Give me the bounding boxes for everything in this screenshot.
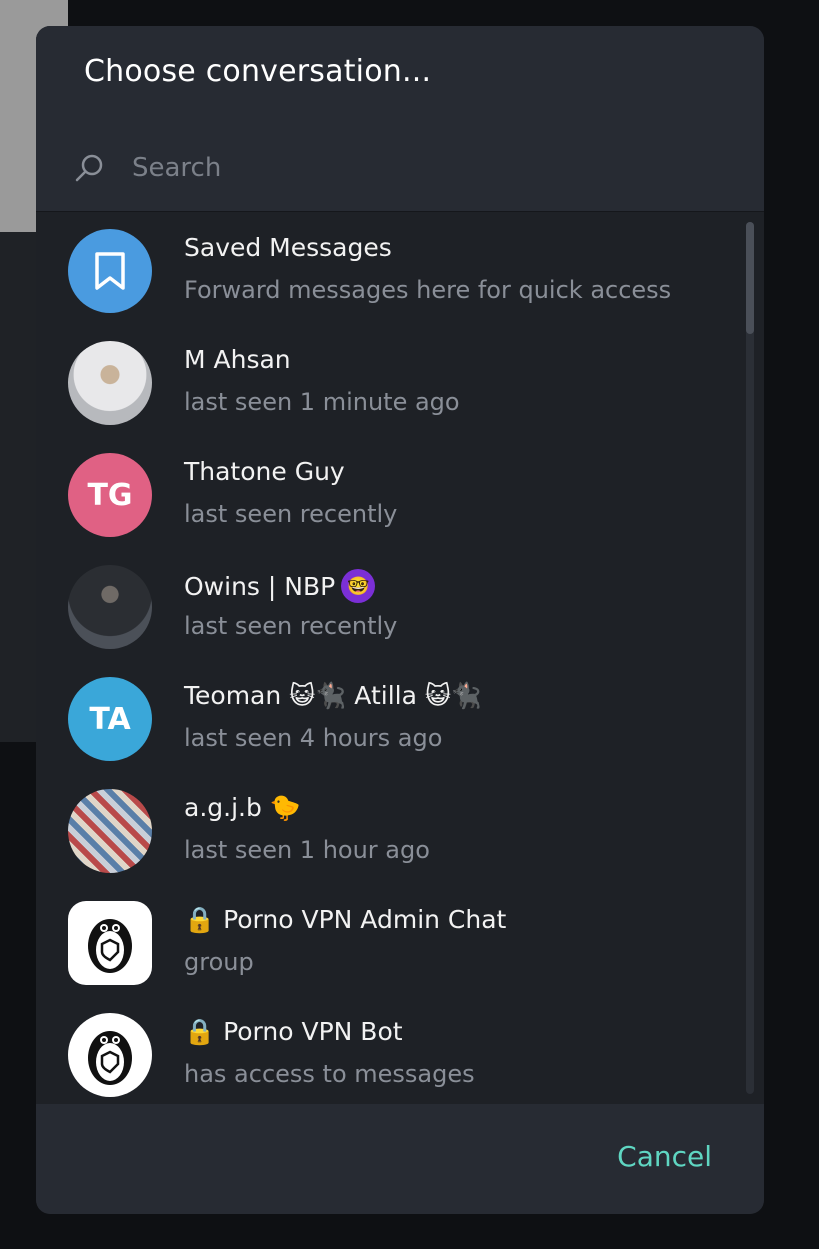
- chat-name: a.g.j.b 🐤: [184, 793, 301, 822]
- scrollbar-thumb[interactable]: [746, 222, 754, 334]
- profile-photo-avatar: [68, 341, 152, 425]
- dialog-footer: Cancel: [36, 1104, 764, 1214]
- search-bar[interactable]: [72, 148, 744, 188]
- chat-row[interactable]: 🔒 Porno VPN Admin Chat group: [36, 884, 742, 996]
- chat-row[interactable]: Owins | NBP 🤓 last seen recently: [36, 548, 742, 660]
- penguin-logo-avatar: [68, 1013, 152, 1097]
- dialog-header: Choose conversation...: [36, 26, 764, 212]
- chat-name: Thatone Guy: [184, 457, 345, 486]
- dialog-title: Choose conversation...: [84, 54, 432, 89]
- chat-name: Owins | NBP 🤓: [184, 569, 376, 603]
- chat-subtitle: last seen 4 hours ago: [184, 724, 443, 752]
- chat-subtitle: last seen recently: [184, 612, 398, 640]
- bookmark-icon: [95, 252, 125, 290]
- penguin-icon: [88, 919, 132, 973]
- saved-messages-avatar: [68, 229, 152, 313]
- status-emoji-badge: 🤓: [341, 569, 376, 603]
- choose-conversation-dialog: Choose conversation... Saved Messages Fo…: [36, 26, 764, 1214]
- chat-subtitle: last seen recently: [184, 500, 398, 528]
- chat-row[interactable]: M Ahsan last seen 1 minute ago: [36, 324, 742, 436]
- penguin-logo-avatar: [68, 901, 152, 985]
- profile-photo-avatar: [68, 789, 152, 873]
- chat-name: Saved Messages: [184, 233, 392, 262]
- chat-subtitle: group: [184, 948, 254, 976]
- profile-photo-avatar: [68, 565, 152, 649]
- search-input[interactable]: [130, 152, 674, 184]
- chat-row-saved-messages[interactable]: Saved Messages Forward messages here for…: [36, 212, 742, 324]
- chat-row[interactable]: TG Thatone Guy last seen recently: [36, 436, 742, 548]
- initials-avatar: TG: [68, 453, 152, 537]
- chat-name-text: Owins | NBP: [184, 571, 336, 601]
- chat-name: 🔒 Porno VPN Bot: [184, 1017, 403, 1046]
- chat-row[interactable]: 🔒 Porno VPN Bot has access to messages: [36, 996, 742, 1104]
- chat-subtitle: last seen 1 minute ago: [184, 388, 460, 416]
- initials-avatar: TA: [68, 677, 152, 761]
- chat-subtitle: has access to messages: [184, 1060, 475, 1088]
- chat-name: M Ahsan: [184, 345, 291, 374]
- search-icon: [72, 151, 106, 185]
- conversation-list: Saved Messages Forward messages here for…: [36, 212, 764, 1104]
- chat-row[interactable]: a.g.j.b 🐤 last seen 1 hour ago: [36, 772, 742, 884]
- cancel-button[interactable]: Cancel: [617, 1140, 712, 1173]
- chat-name: 🔒 Porno VPN Admin Chat: [184, 905, 507, 934]
- chat-subtitle: Forward messages here for quick access: [184, 276, 672, 304]
- penguin-icon: [88, 1031, 132, 1085]
- chat-name: Teoman 😺🐈‍⬛ Atilla 😺🐈‍⬛: [184, 681, 483, 710]
- list-scrollbar[interactable]: [746, 222, 754, 1094]
- chat-subtitle: last seen 1 hour ago: [184, 836, 430, 864]
- chat-row[interactable]: TA Teoman 😺🐈‍⬛ Atilla 😺🐈‍⬛ last seen 4 h…: [36, 660, 742, 772]
